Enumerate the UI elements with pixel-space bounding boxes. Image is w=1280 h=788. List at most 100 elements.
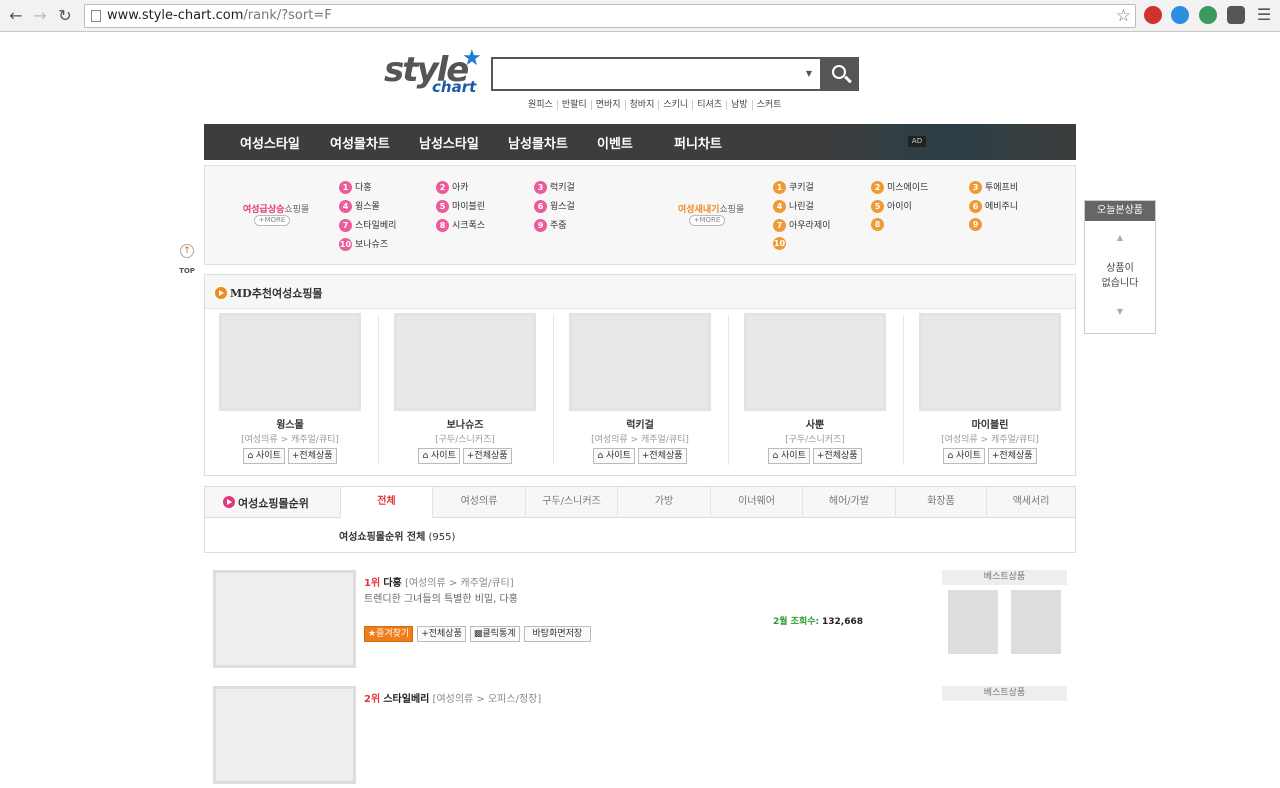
tab-women-clothing[interactable]: 여성의류 [432, 487, 525, 518]
mall-name-link[interactable]: 다홍 [383, 578, 401, 589]
keyword-link[interactable]: 티셔츠 [693, 100, 728, 110]
page-icon [91, 10, 101, 22]
keyword-link[interactable]: 남방 [727, 100, 753, 110]
rising-entry[interactable]: 7 스타일베리 [339, 218, 396, 232]
keyword-link[interactable]: 원피스 [524, 100, 558, 110]
keyword-link[interactable]: 스커트 [753, 100, 786, 110]
menu-icon[interactable]: ☰ [1254, 5, 1274, 25]
scroll-down-arrow-icon[interactable]: ▼ [1085, 307, 1155, 316]
md-card-name[interactable]: 럭키걸 [569, 416, 711, 431]
rising-entry[interactable]: 9 주줌 [534, 218, 567, 232]
url-text: www.style-chart.com/rank/?sort=F [107, 8, 332, 23]
women-new-more-button[interactable]: +MORE [689, 215, 725, 226]
opera-extension-icon[interactable] [1144, 6, 1162, 24]
keyword-link[interactable]: 면바지 [591, 100, 626, 110]
rising-entry[interactable]: 5 마이블린 [436, 199, 485, 213]
scroll-up-arrow-icon[interactable]: ▲ [1085, 233, 1155, 242]
tab-hair[interactable]: 헤어/가발 [802, 487, 895, 518]
mall-thumbnail[interactable] [213, 570, 356, 668]
mall-name-link[interactable]: 스타일베리 [383, 694, 429, 705]
women-rising-more-button[interactable]: +MORE [254, 215, 290, 226]
md-card-name[interactable]: 보나슈즈 [394, 416, 536, 431]
new-entry[interactable]: 1 쿠키걸 [773, 180, 814, 194]
search-input[interactable]: ▼ [491, 57, 822, 91]
rising-entry[interactable]: 6 윙스걸 [534, 199, 575, 213]
women-new-label: 여성새내기쇼핑몰 [678, 205, 745, 215]
tab-accessories[interactable]: 액세서리 [986, 487, 1075, 518]
new-entry[interactable]: 8 [871, 218, 887, 231]
md-card-image[interactable] [919, 313, 1061, 411]
md-card-image[interactable] [569, 313, 711, 411]
scroll-top-button[interactable]: ↑ TOP [177, 244, 197, 275]
play-bullet-icon [223, 496, 235, 508]
new-entry[interactable]: 7 아우라제이 [773, 218, 830, 232]
site-button[interactable]: ⌂ 사이트 [768, 448, 810, 464]
site-button[interactable]: ⌂ 사이트 [418, 448, 460, 464]
mall-thumbnail[interactable] [213, 686, 356, 784]
rising-entry[interactable]: 1 다홍 [339, 180, 372, 194]
tab-bags[interactable]: 가방 [617, 487, 710, 518]
ad-badge[interactable]: AD [908, 136, 926, 147]
all-products-button[interactable]: +전체상품 [462, 448, 512, 464]
md-card-name[interactable]: 사뿐 [744, 416, 886, 431]
tab-shoes[interactable]: 구두/스니커즈 [525, 487, 617, 518]
best-product-image[interactable] [1011, 590, 1061, 654]
save-to-desktop-button[interactable]: 바탕화면저장 [523, 626, 592, 642]
recently-viewed-panel: 오늘본상품 ▲ 상품이 없습니다 ▼ [1084, 200, 1156, 334]
new-entry[interactable]: 3 투에프비 [969, 180, 1018, 194]
all-products-button[interactable]: +전체상품 [812, 448, 862, 464]
md-card-image[interactable] [394, 313, 536, 411]
click-stats-button[interactable]: ▩클릭통계 [469, 626, 520, 642]
md-header: MD추천여성쇼핑몰 [205, 275, 1075, 309]
tab-cosmetics[interactable]: 화장품 [895, 487, 986, 518]
forward-icon[interactable]: → [30, 6, 50, 26]
site-button[interactable]: ⌂ 사이트 [943, 448, 985, 464]
all-products-button[interactable]: +전체상품 [987, 448, 1037, 464]
nav-women-mall-chart[interactable]: 여성몰차트 [330, 133, 390, 152]
site-button[interactable]: ⌂ 사이트 [243, 448, 285, 464]
nav-event[interactable]: 이벤트 [597, 133, 633, 152]
rising-entry[interactable]: 8 시크폭스 [436, 218, 485, 232]
download-extension-icon[interactable] [1171, 6, 1189, 24]
site-logo[interactable]: style chart ★ [384, 46, 484, 100]
nav-women-style[interactable]: 여성스타일 [240, 133, 300, 152]
all-products-button[interactable]: +전체상품 [417, 626, 466, 642]
keyword-link[interactable]: 반팔티 [557, 100, 592, 110]
tab-all[interactable]: 전체 [340, 487, 432, 518]
favorite-button[interactable]: ★즐겨찾기 [364, 626, 414, 642]
all-products-button[interactable]: +전체상품 [287, 448, 337, 464]
new-entry[interactable]: 2 미스에이드 [871, 180, 928, 194]
keyword-link[interactable]: 스키니 [659, 100, 694, 110]
keyword-link[interactable]: 청바지 [625, 100, 660, 110]
new-entry[interactable]: 9 [969, 218, 985, 231]
reload-icon[interactable]: ↻ [55, 6, 75, 26]
new-entry[interactable]: 4 나린걸 [773, 199, 814, 213]
pocket-extension-icon[interactable] [1227, 6, 1245, 24]
best-product-image[interactable] [948, 590, 998, 654]
bookmark-star-icon[interactable]: ☆ [1116, 6, 1131, 26]
nav-men-style[interactable]: 남성스타일 [419, 133, 479, 152]
md-card-image[interactable] [744, 313, 886, 411]
new-entry[interactable]: 10 [773, 237, 789, 250]
rising-entry[interactable]: 2 아카 [436, 180, 469, 194]
rising-entry[interactable]: 4 윙스몰 [339, 199, 380, 213]
globe-extension-icon[interactable] [1199, 6, 1217, 24]
nav-men-mall-chart[interactable]: 남성몰차트 [508, 133, 568, 152]
tab-innerwear[interactable]: 이너웨어 [710, 487, 802, 518]
back-icon[interactable]: ← [6, 6, 26, 26]
nav-funny-chart[interactable]: 퍼니차트 [674, 133, 722, 152]
dropdown-caret-icon[interactable]: ▼ [806, 69, 812, 78]
md-card-name[interactable]: 마이블린 [919, 416, 1061, 431]
all-products-button[interactable]: +전체상품 [637, 448, 687, 464]
search-button[interactable] [822, 57, 859, 91]
new-entry[interactable]: 6 에비주니 [969, 199, 1018, 213]
md-card-name[interactable]: 윙스몰 [219, 416, 361, 431]
md-card-image[interactable] [219, 313, 361, 411]
play-bullet-icon [215, 287, 227, 299]
rising-entry[interactable]: 3 럭키걸 [534, 180, 575, 194]
site-button[interactable]: ⌂ 사이트 [593, 448, 635, 464]
rising-entry[interactable]: 10 보나슈즈 [339, 237, 388, 251]
md-title: MD추천여성쇼핑몰 [230, 287, 323, 300]
new-entry[interactable]: 5 아이이 [871, 199, 912, 213]
address-bar[interactable]: www.style-chart.com/rank/?sort=F ☆ [84, 4, 1136, 28]
